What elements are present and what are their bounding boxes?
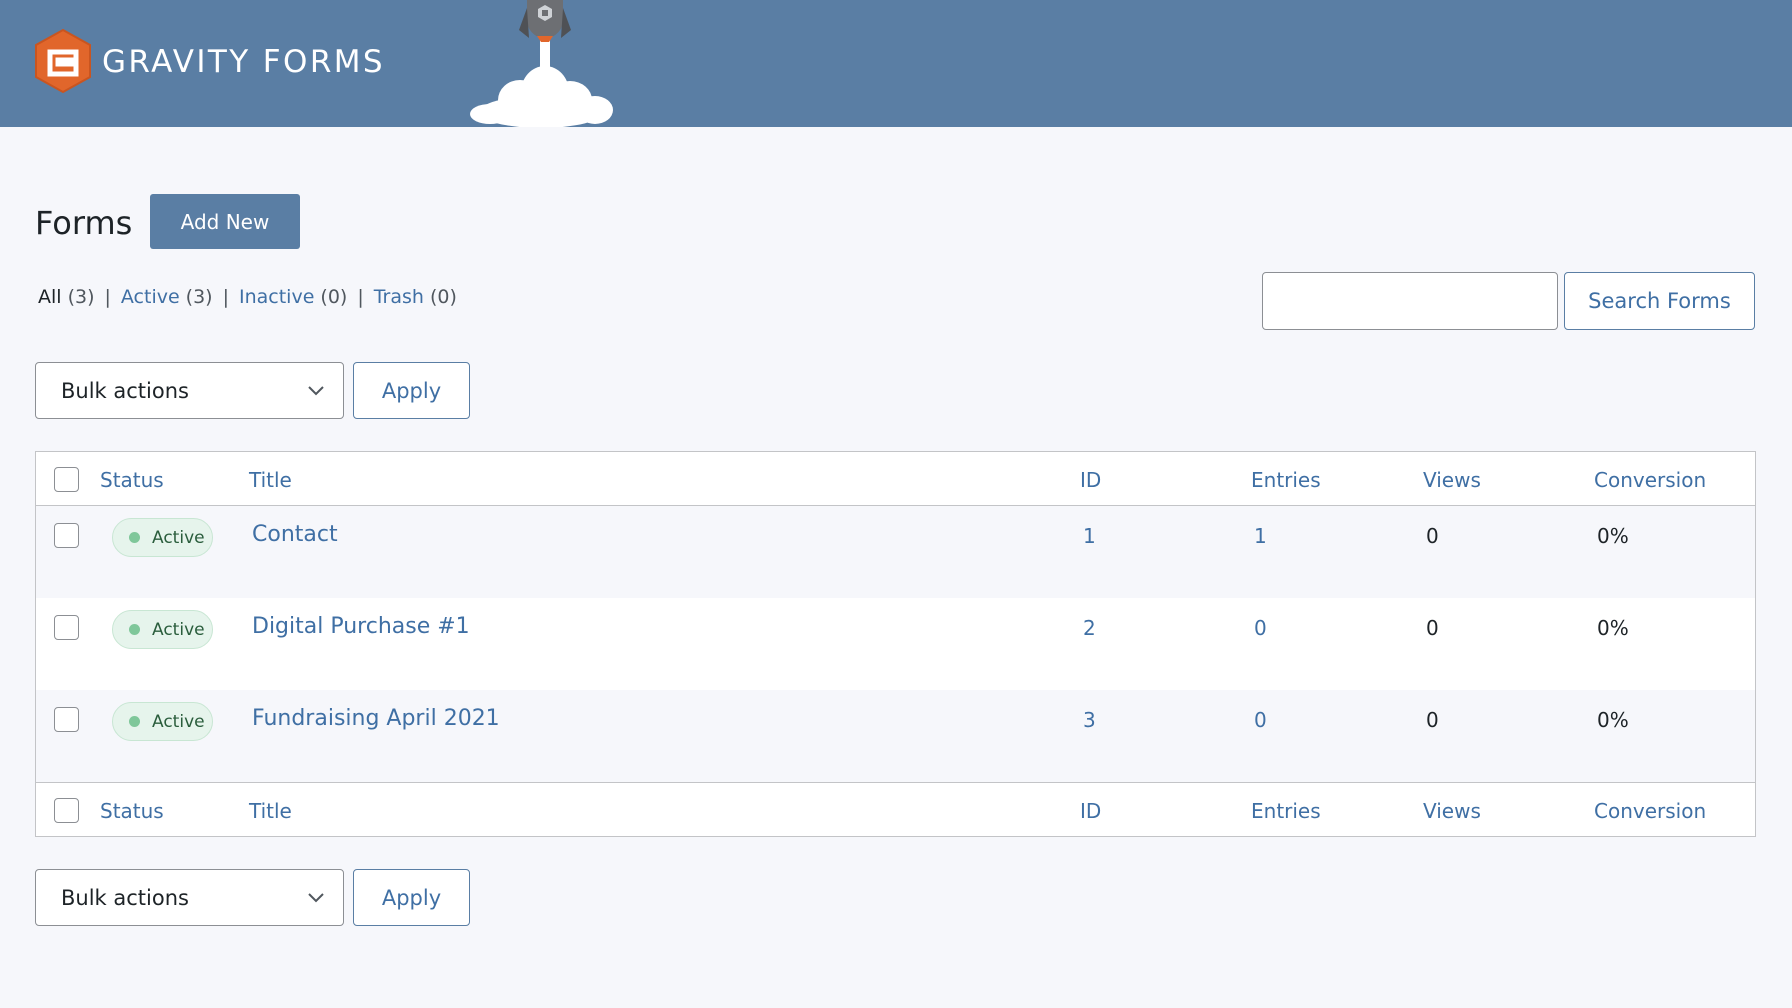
filter-active-label: Active [120,286,180,308]
apply-button-top[interactable]: Apply [353,362,470,419]
form-id-link[interactable]: 1 [1083,524,1096,548]
page-title: Forms [35,204,133,242]
bulk-actions-select-bottom[interactable]: Bulk actions [35,869,344,926]
column-views[interactable]: Views [1423,799,1481,823]
entries-link[interactable]: 0 [1254,708,1267,732]
row-checkbox[interactable] [54,523,79,548]
status-badge-label: Active [152,619,205,640]
chevron-down-icon [308,893,324,903]
filter-all-count: (3) [67,286,95,308]
row-checkbox[interactable] [54,615,79,640]
column-conversion[interactable]: Conversion [1594,799,1706,823]
conversion-value: 0% [1597,524,1629,548]
conversion-value: 0% [1597,616,1629,640]
column-title[interactable]: Title [249,468,292,492]
table-header: Status Title ID Entries Views Conversion [36,452,1755,506]
column-entries[interactable]: Entries [1251,468,1321,492]
gravity-forms-logo-icon [35,28,91,94]
entries-link[interactable]: 1 [1254,524,1267,548]
form-id-link[interactable]: 2 [1083,616,1096,640]
forms-table: Status Title ID Entries Views Conversion… [35,451,1756,837]
brand-name: GRAVITY FORMS [102,43,385,80]
filter-trash[interactable]: Trash (0) [374,286,457,308]
column-title[interactable]: Title [249,799,292,823]
apply-button-bottom[interactable]: Apply [353,869,470,926]
views-value: 0 [1426,524,1439,548]
status-dot-icon [129,716,140,727]
bulk-actions-select-top[interactable]: Bulk actions [35,362,344,419]
column-entries[interactable]: Entries [1251,799,1321,823]
column-id[interactable]: ID [1080,799,1101,823]
status-badge[interactable]: Active [112,518,213,557]
filter-all-label: All [38,286,62,308]
status-badge-label: Active [152,711,205,732]
views-value: 0 [1426,708,1439,732]
status-dot-icon [129,624,140,635]
status-dot-icon [129,532,140,543]
filter-trash-label: Trash [373,286,424,308]
table-row: Active Contact 1 1 0 0% [36,506,1755,598]
views-value: 0 [1426,616,1439,640]
filter-all[interactable]: All (3) [38,286,94,308]
filter-active[interactable]: Active (3) [121,286,213,308]
status-badge[interactable]: Active [112,702,213,741]
entries-link[interactable]: 0 [1254,616,1267,640]
column-status[interactable]: Status [100,468,164,492]
form-title-link[interactable]: Digital Purchase #1 [252,614,470,639]
filter-separator: | [104,286,111,308]
status-filter-links: All (3) | Active (3) | Inactive (0) | Trash… [38,286,457,308]
form-title-link[interactable]: Fundraising April 2021 [252,706,500,731]
header-banner: GRAVITY FORMS [0,0,1792,127]
column-id[interactable]: ID [1080,468,1101,492]
filter-active-count: (3) [185,286,213,308]
search-forms-button[interactable]: Search Forms [1564,272,1755,330]
gravity-forms-logo[interactable]: GRAVITY FORMS [33,28,385,94]
search-input[interactable] [1262,272,1558,330]
conversion-value: 0% [1597,708,1629,732]
filter-inactive[interactable]: Inactive (0) [239,286,347,308]
select-all-checkbox[interactable] [54,467,79,492]
rocket-illustration [470,0,613,127]
form-id-link[interactable]: 3 [1083,708,1096,732]
bulk-actions-selected: Bulk actions [61,885,189,910]
filter-inactive-count: (0) [320,286,348,308]
filter-separator: | [222,286,229,308]
table-footer: Status Title ID Entries Views Conversion [36,782,1755,836]
table-row: Active Digital Purchase #1 2 0 0 0% [36,598,1755,690]
bulk-actions-selected: Bulk actions [61,378,189,403]
chevron-down-icon [308,386,324,396]
filter-separator: | [357,286,364,308]
filter-trash-count: (0) [429,286,457,308]
column-conversion[interactable]: Conversion [1594,468,1706,492]
status-badge-label: Active [152,527,205,548]
status-badge[interactable]: Active [112,610,213,649]
column-status[interactable]: Status [100,799,164,823]
column-views[interactable]: Views [1423,468,1481,492]
row-checkbox[interactable] [54,707,79,732]
select-all-checkbox[interactable] [54,798,79,823]
add-new-button[interactable]: Add New [150,194,300,249]
form-title-link[interactable]: Contact [252,522,338,547]
table-row: Active Fundraising April 2021 3 0 0 0% [36,690,1755,782]
filter-inactive-label: Inactive [239,286,315,308]
